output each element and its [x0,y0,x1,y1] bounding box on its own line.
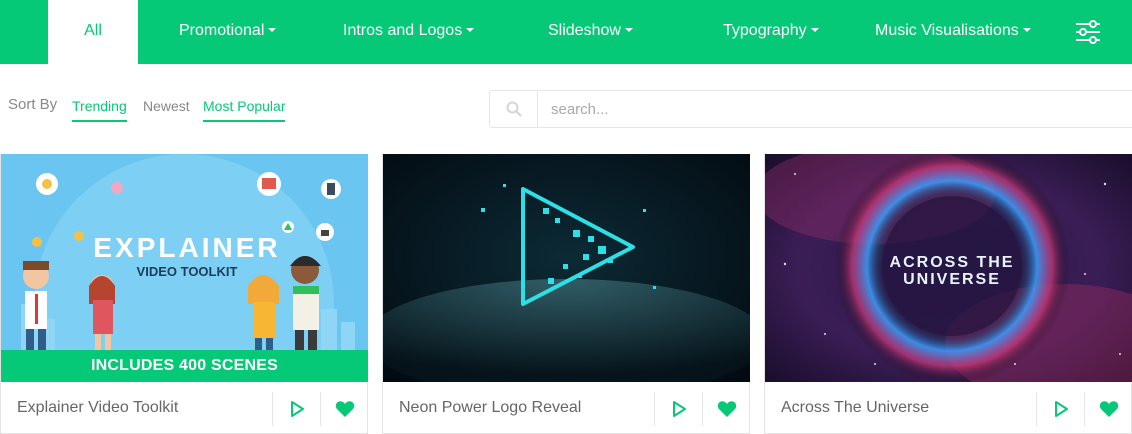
card-footer: Neon Power Logo Reveal [383,382,749,434]
search-icon [506,101,522,117]
filter-button[interactable] [1072,16,1104,48]
search-input[interactable] [539,91,1129,127]
card-footer: Explainer Video Toolkit [1,382,367,434]
sliders-icon [1076,20,1100,44]
card-title[interactable]: Across The Universe [781,399,929,417]
chevron-down-icon [624,27,633,32]
chevron-down-icon [810,27,819,32]
chevron-down-icon [1022,27,1031,32]
tab-promotional[interactable]: Promotional [179,0,277,64]
tab-promotional-label: Promotional [179,22,265,39]
tab-slideshow[interactable]: Slideshow [548,0,633,64]
video-card: EXPLAINER VIDEO TOOLKIT INCLUDES 400 SCE… [0,154,368,434]
sort-most-popular[interactable]: Most Popular [203,98,286,122]
explainer-illustration: EXPLAINER VIDEO TOOLKIT [1,154,368,382]
preview-button[interactable] [272,392,320,426]
top-nav: All Promotional Intros and Logos Slidesh… [0,0,1132,64]
tab-typography-label: Typography [723,22,807,39]
thumb-title-text: ACROSS THE [890,254,1015,271]
sort-by-label: Sort By [8,96,58,113]
tab-all[interactable]: All [48,0,138,64]
tab-music-visualisations[interactable]: Music Visualisations [875,0,1031,64]
search-button[interactable] [490,91,538,127]
thumb-subtitle-text: VIDEO TOOLKIT [137,264,238,279]
favorite-button[interactable] [702,392,750,426]
chevron-down-icon [268,27,277,32]
neon-logo-illustration [383,154,750,382]
universe-illustration: ACROSS THE UNIVERSE [765,154,1132,382]
sort-bar: Sort By Trending Newest Most Popular [0,88,480,128]
play-icon [672,401,686,417]
heart-icon [335,401,354,417]
video-thumbnail[interactable] [383,154,750,382]
sort-trending[interactable]: Trending [72,98,127,122]
chevron-down-icon [466,27,475,32]
video-thumbnail[interactable]: EXPLAINER VIDEO TOOLKIT INCLUDES 400 SCE… [1,154,368,382]
sort-newest[interactable]: Newest [143,98,190,120]
scenes-banner: INCLUDES 400 SCENES [1,350,368,382]
tab-intros-label: Intros and Logos [343,22,463,39]
video-thumbnail[interactable]: ACROSS THE UNIVERSE [765,154,1132,382]
video-card: Neon Power Logo Reveal [382,154,750,434]
heart-icon [717,401,736,417]
thumb-title-text: EXPLAINER [93,232,280,263]
tab-music-label: Music Visualisations [875,22,1019,39]
play-icon [1054,401,1068,417]
tab-all-label: All [84,22,102,39]
heart-icon [1099,401,1118,417]
thumb-subtitle-text: UNIVERSE [903,271,1001,288]
tab-slideshow-label: Slideshow [548,22,621,39]
video-card: ACROSS THE UNIVERSE Across The Universe [764,154,1132,434]
favorite-button[interactable] [1084,392,1132,426]
preview-button[interactable] [654,392,702,426]
preview-button[interactable] [1036,392,1084,426]
search-box [489,90,1132,128]
play-icon [290,401,304,417]
favorite-button[interactable] [320,392,368,426]
card-footer: Across The Universe [765,382,1131,434]
card-title[interactable]: Explainer Video Toolkit [17,399,178,417]
tab-intros-and-logos[interactable]: Intros and Logos [343,0,475,64]
card-title[interactable]: Neon Power Logo Reveal [399,399,581,417]
tab-typography[interactable]: Typography [723,0,819,64]
